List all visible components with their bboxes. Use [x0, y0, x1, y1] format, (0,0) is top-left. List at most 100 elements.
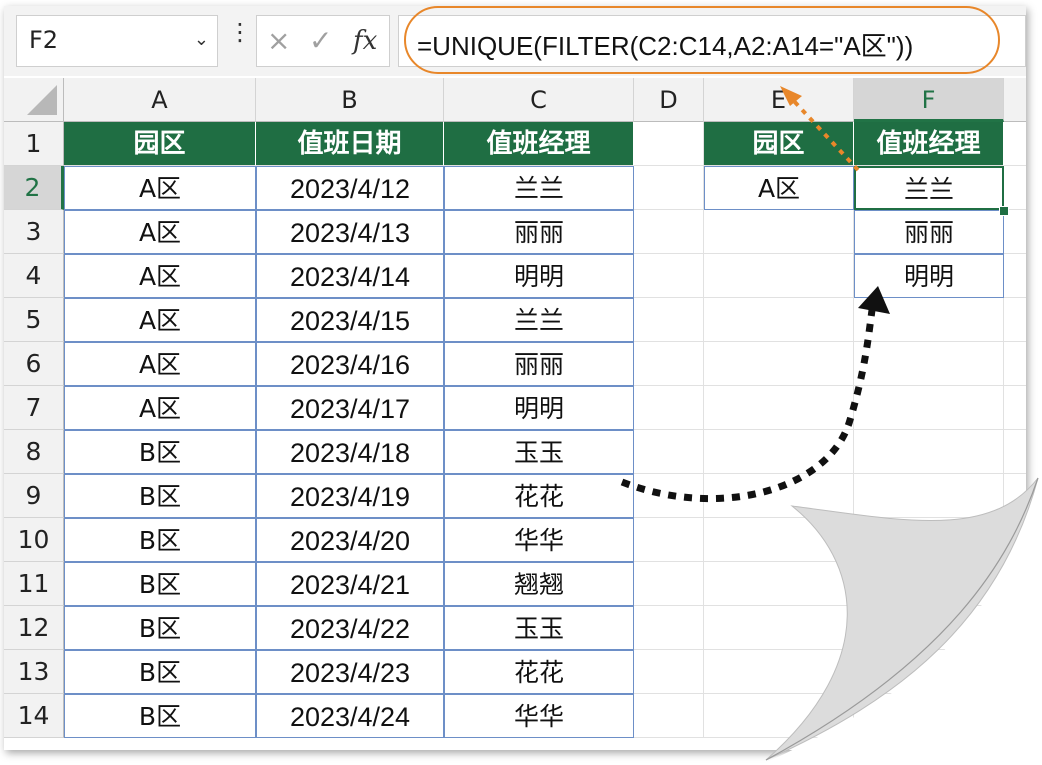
empty-cell[interactable]: [704, 210, 854, 254]
empty-cell[interactable]: [704, 430, 854, 474]
manager-cell[interactable]: 华华: [444, 518, 634, 562]
empty-cell[interactable]: [704, 386, 854, 430]
empty-cell[interactable]: [1004, 518, 1026, 562]
row-header-9[interactable]: 9: [4, 474, 64, 518]
empty-cell[interactable]: [854, 518, 1004, 562]
column-header-f[interactable]: F: [854, 78, 1004, 122]
empty-cell[interactable]: [854, 342, 1004, 386]
empty-cell[interactable]: [634, 122, 704, 166]
park-cell[interactable]: A区: [64, 254, 256, 298]
result-cell[interactable]: 丽丽: [854, 210, 1004, 254]
row-header-13[interactable]: 13: [4, 650, 64, 694]
active-cell-f2[interactable]: 兰兰: [854, 166, 1004, 210]
empty-cell[interactable]: [704, 474, 854, 518]
empty-cell[interactable]: [634, 694, 704, 738]
cancel-icon[interactable]: ×: [267, 24, 290, 57]
empty-cell[interactable]: [634, 254, 704, 298]
date-cell[interactable]: 2023/4/15: [256, 298, 444, 342]
row-header-1[interactable]: 1: [4, 122, 64, 166]
empty-cell[interactable]: [854, 430, 1004, 474]
column-header-e[interactable]: E: [704, 78, 854, 122]
column-header-g[interactable]: [1004, 78, 1026, 122]
park-cell[interactable]: B区: [64, 562, 256, 606]
date-cell[interactable]: 2023/4/24: [256, 694, 444, 738]
empty-cell[interactable]: [634, 166, 704, 210]
empty-cell[interactable]: [854, 606, 1004, 650]
date-cell[interactable]: 2023/4/21: [256, 562, 444, 606]
manager-cell[interactable]: 兰兰: [444, 166, 634, 210]
date-cell[interactable]: 2023/4/20: [256, 518, 444, 562]
date-cell[interactable]: 2023/4/22: [256, 606, 444, 650]
manager-cell[interactable]: 玉玉: [444, 430, 634, 474]
empty-cell[interactable]: [1004, 254, 1026, 298]
park-cell[interactable]: A区: [64, 386, 256, 430]
empty-cell[interactable]: [634, 474, 704, 518]
empty-cell[interactable]: [1004, 430, 1026, 474]
column-header-c[interactable]: C: [444, 78, 634, 122]
empty-cell[interactable]: [704, 342, 854, 386]
manager-cell[interactable]: 明明: [444, 386, 634, 430]
empty-cell[interactable]: [1004, 650, 1026, 694]
row-header-8[interactable]: 8: [4, 430, 64, 474]
header-cell-duty-date[interactable]: 值班日期: [256, 122, 444, 166]
row-header-2[interactable]: 2: [4, 166, 64, 210]
empty-cell[interactable]: [854, 650, 1004, 694]
date-cell[interactable]: 2023/4/14: [256, 254, 444, 298]
manager-cell[interactable]: 明明: [444, 254, 634, 298]
empty-cell[interactable]: [634, 430, 704, 474]
manager-cell[interactable]: 花花: [444, 650, 634, 694]
park-cell[interactable]: B区: [64, 518, 256, 562]
empty-cell[interactable]: [854, 694, 1004, 738]
empty-cell[interactable]: [854, 474, 1004, 518]
row-header-4[interactable]: 4: [4, 254, 64, 298]
park-cell[interactable]: B区: [64, 694, 256, 738]
empty-cell[interactable]: [634, 342, 704, 386]
date-cell[interactable]: 2023/4/13: [256, 210, 444, 254]
manager-cell[interactable]: 丽丽: [444, 210, 634, 254]
empty-cell[interactable]: [1004, 606, 1026, 650]
manager-cell[interactable]: 兰兰: [444, 298, 634, 342]
park-cell[interactable]: A区: [64, 166, 256, 210]
criteria-header-park[interactable]: 园区: [704, 122, 854, 166]
select-all-button[interactable]: [4, 78, 64, 122]
park-cell[interactable]: A区: [64, 210, 256, 254]
park-cell[interactable]: B区: [64, 430, 256, 474]
column-header-b[interactable]: B: [256, 78, 444, 122]
empty-cell[interactable]: [704, 298, 854, 342]
check-icon[interactable]: ✓: [309, 24, 332, 57]
row-header-5[interactable]: 5: [4, 298, 64, 342]
empty-cell[interactable]: [1004, 474, 1026, 518]
empty-cell[interactable]: [634, 562, 704, 606]
chevron-down-icon[interactable]: ⌄: [194, 29, 209, 50]
empty-cell[interactable]: [1004, 122, 1026, 166]
park-cell[interactable]: A区: [64, 342, 256, 386]
empty-cell[interactable]: [634, 518, 704, 562]
manager-cell[interactable]: 丽丽: [444, 342, 634, 386]
manager-cell[interactable]: 华华: [444, 694, 634, 738]
row-header-14[interactable]: 14: [4, 694, 64, 738]
date-cell[interactable]: 2023/4/23: [256, 650, 444, 694]
park-cell[interactable]: A区: [64, 298, 256, 342]
insert-function-icon[interactable]: fx: [353, 26, 377, 56]
result-cell[interactable]: 明明: [854, 254, 1004, 298]
empty-cell[interactable]: [634, 606, 704, 650]
empty-cell[interactable]: [1004, 386, 1026, 430]
empty-cell[interactable]: [634, 210, 704, 254]
empty-cell[interactable]: [1004, 562, 1026, 606]
empty-cell[interactable]: [634, 650, 704, 694]
row-header-10[interactable]: 10: [4, 518, 64, 562]
formula-input[interactable]: =UNIQUE(FILTER(C2:C14,A2:A14="A区")): [398, 15, 1026, 67]
row-header-7[interactable]: 7: [4, 386, 64, 430]
result-header-manager[interactable]: 值班经理: [854, 122, 1004, 166]
name-box[interactable]: F2 ⌄: [16, 15, 218, 67]
empty-cell[interactable]: [1004, 298, 1026, 342]
more-vertical-icon[interactable]: ⋮: [228, 20, 252, 44]
date-cell[interactable]: 2023/4/12: [256, 166, 444, 210]
empty-cell[interactable]: [704, 650, 854, 694]
park-cell[interactable]: B区: [64, 650, 256, 694]
row-header-11[interactable]: 11: [4, 562, 64, 606]
empty-cell[interactable]: [1004, 342, 1026, 386]
manager-cell[interactable]: 玉玉: [444, 606, 634, 650]
manager-cell[interactable]: 翘翘: [444, 562, 634, 606]
column-header-a[interactable]: A: [64, 78, 256, 122]
